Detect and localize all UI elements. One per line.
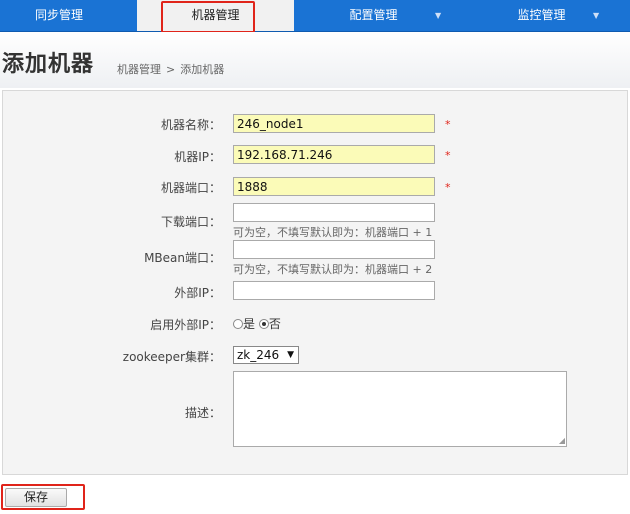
machine-name-input[interactable] <box>233 114 435 133</box>
mbean-port-label: MBean端口： <box>144 251 221 265</box>
zookeeper-cluster-label: zookeeper集群： <box>122 350 221 364</box>
radio-no[interactable] <box>258 319 269 329</box>
breadcrumb-item[interactable]: 机器管理 <box>117 63 161 76</box>
download-port-hint: 可为空，不填写默认即为：机器端口 + 1 <box>233 226 433 239</box>
radio-yes[interactable] <box>233 319 243 329</box>
zookeeper-cluster-select[interactable]: zk_246 ▼ <box>233 346 299 364</box>
highlight-box-save <box>1 484 85 510</box>
machine-port-label: 机器端口： <box>160 181 221 195</box>
required-mark: * <box>445 149 451 162</box>
radio-yes-label: 是 <box>243 317 256 331</box>
top-nav: 同步管理 机器管理 配置管理 ▼ 监控管理 ▼ <box>0 0 630 32</box>
description-textarea[interactable]: ◢ <box>233 371 567 447</box>
nav-item-sync[interactable]: 同步管理 <box>0 0 118 31</box>
download-port-label: 下载端口： <box>160 215 221 229</box>
chevron-down-icon: ▼ <box>287 350 294 360</box>
machine-name-label: 机器名称： <box>160 118 221 132</box>
machine-ip-input[interactable] <box>233 145 435 164</box>
nav-item-monitor[interactable]: 监控管理 ▼ <box>453 0 630 31</box>
external-ip-label: 外部IP： <box>174 286 221 300</box>
chevron-down-icon: ▼ <box>593 11 600 20</box>
breadcrumb-current: 添加机器 <box>180 63 225 76</box>
page-header <box>0 32 630 88</box>
enable-external-ip-radios: 是 否 <box>233 315 281 332</box>
required-mark: * <box>445 181 451 194</box>
breadcrumb: 机器管理 > 添加机器 <box>117 61 229 77</box>
mbean-port-hint: 可为空，不填写默认即为：机器端口 + 2 <box>233 263 433 276</box>
download-port-input[interactable] <box>233 203 435 222</box>
nav-item-label: 配置管理 <box>349 8 398 22</box>
machine-port-input[interactable] <box>233 177 435 196</box>
external-ip-input[interactable] <box>233 281 435 300</box>
resize-handle-icon[interactable]: ◢ <box>559 437 565 445</box>
nav-item-label: 同步管理 <box>34 8 83 22</box>
mbean-port-input[interactable] <box>233 240 435 259</box>
radio-no-label: 否 <box>268 317 281 331</box>
highlight-box-nav <box>161 1 255 33</box>
description-label: 描述： <box>184 406 221 420</box>
enable-external-ip-label: 启用外部IP： <box>150 318 221 332</box>
nav-item-label: 监控管理 <box>517 8 566 22</box>
breadcrumb-separator: > <box>166 63 176 76</box>
nav-item-config[interactable]: 配置管理 ▼ <box>296 0 451 31</box>
required-mark: * <box>445 118 451 131</box>
chevron-down-icon: ▼ <box>435 11 442 20</box>
machine-ip-label: 机器IP： <box>174 150 221 164</box>
page-title: 添加机器 <box>2 52 95 77</box>
zookeeper-cluster-value: zk_246 <box>237 348 280 362</box>
